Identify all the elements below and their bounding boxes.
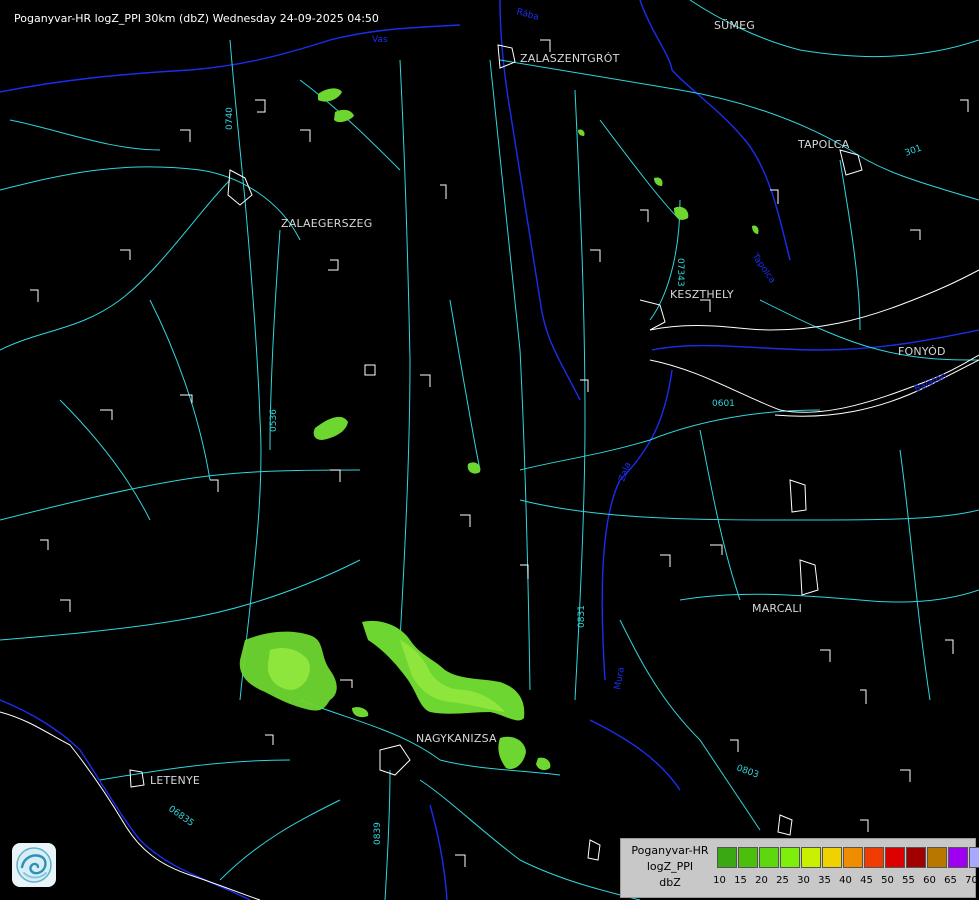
boundaries-layer	[0, 44, 979, 900]
legend-swatch	[717, 847, 737, 868]
legend-radar-name: Poganyvar-HR	[631, 844, 709, 857]
legend-unit: dbZ	[659, 876, 681, 889]
river-label-vas: Vas	[372, 35, 388, 45]
legend-product-name: logZ_PPI	[646, 860, 694, 873]
legend-tick-label: 60	[923, 875, 936, 886]
road-label-0831: 0831	[577, 605, 587, 628]
roads-layer	[0, 0, 979, 900]
road-label-301: 301	[904, 144, 924, 159]
map-annotations: 0740 0536 07343 0831 0803 0839 0601 0683…	[166, 107, 923, 845]
river-label-zala: Zala	[617, 461, 633, 483]
legend-tick-label: 40	[839, 875, 852, 886]
road-label-0740: 0740	[225, 107, 235, 130]
legend-tick-label: 45	[860, 875, 873, 886]
legend-ticks: 10 15 20 25 30 35 40 45 50 55 60 65 70	[709, 875, 979, 886]
legend-swatch	[780, 847, 800, 868]
legend-tick-label: 30	[797, 875, 810, 886]
town-label: KESZTHELY	[670, 288, 734, 301]
legend-caption: Poganyvar-HR logZ_PPI dbZ	[623, 843, 717, 891]
legend-swatch	[948, 847, 968, 868]
road-label-07343: 07343	[675, 258, 685, 287]
legend-swatch	[738, 847, 758, 868]
legend-swatch	[801, 847, 821, 868]
legend-tick-label: 20	[755, 875, 768, 886]
town-label: ZALAEGERSZEG	[281, 217, 373, 230]
product-title: Poganyvar-HR logZ_PPI 30km (dbZ) Wednesd…	[14, 12, 379, 25]
radar-map: 0740 0536 07343 0831 0803 0839 0601 0683…	[0, 0, 979, 900]
town-label: FONYÓD	[898, 345, 946, 358]
color-scale-legend: Poganyvar-HR logZ_PPI dbZ 10 15 20 25 30 35 40…	[620, 838, 979, 898]
road-label-0803: 0803	[735, 763, 760, 780]
echo-nagykanizsa-east	[498, 736, 526, 770]
legend-tick-label: 70	[965, 875, 978, 886]
river-label-raba: Rába	[515, 7, 540, 23]
town-label: NAGYKANIZSA	[416, 732, 497, 745]
road-label-0601: 0601	[712, 399, 735, 409]
rivers-layer	[0, 0, 979, 900]
legend-swatch	[759, 847, 779, 868]
echo-south-band	[362, 620, 525, 721]
legend-tick-label: 65	[944, 875, 957, 886]
legend-swatch	[822, 847, 842, 868]
legend-swatch	[927, 847, 947, 868]
road-label-0839: 0839	[373, 822, 383, 845]
river-label-mura: Mura	[613, 666, 627, 690]
weather-service-logo-icon	[12, 843, 56, 887]
town-label: MARCALI	[752, 602, 803, 615]
legend-tick-label: 35	[818, 875, 831, 886]
river-label-balaton: Balaton	[913, 371, 948, 395]
echo-north-1	[318, 88, 342, 102]
legend-swatch	[864, 847, 884, 868]
river-label-tapolca: Tapolca	[749, 251, 777, 285]
legend-tick-label: 15	[734, 875, 747, 886]
echo-central	[313, 416, 348, 440]
road-label-0536: 0536	[269, 409, 279, 432]
legend-swatch	[885, 847, 905, 868]
town-label: ZALASZENTGRÓT	[520, 52, 620, 65]
legend-tick-label: 55	[902, 875, 915, 886]
town-label: TAPOLCA	[798, 138, 850, 151]
town-label: LETENYE	[150, 774, 201, 787]
legend-tick-label: 25	[776, 875, 789, 886]
legend-swatches	[717, 847, 979, 868]
road-label-06835: 06835	[166, 804, 195, 829]
legend-tick-label: 10	[713, 875, 726, 886]
legend-swatch	[906, 847, 926, 868]
legend-swatch	[969, 847, 979, 868]
town-label: SÜMEG	[714, 19, 755, 32]
legend-tick-label: 50	[881, 875, 894, 886]
legend-swatch	[843, 847, 863, 868]
